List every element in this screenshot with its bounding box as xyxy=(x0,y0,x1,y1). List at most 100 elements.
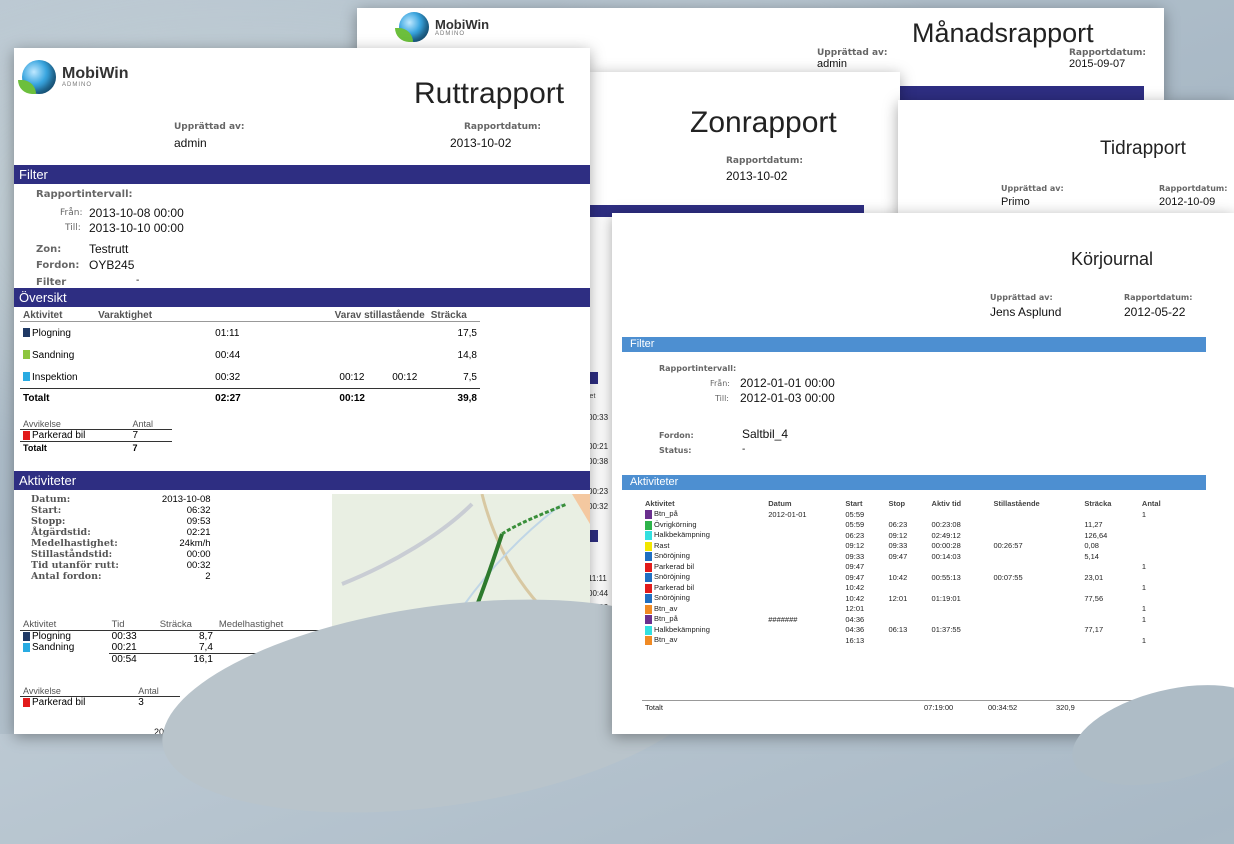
detail-label: Datum: xyxy=(31,494,71,505)
start-cell: 09:47 xyxy=(845,572,865,582)
total-row: Totalt 7 xyxy=(20,441,172,453)
count-cell xyxy=(1139,572,1182,583)
stationary-cell xyxy=(990,509,1081,520)
date-value: 2012-10-09 xyxy=(1159,196,1216,208)
start-cell: 16:13 xyxy=(845,635,865,645)
stationary-cell xyxy=(990,604,1081,615)
distance-cell: 126,64 xyxy=(1084,530,1108,540)
detail-value: 06:32 xyxy=(186,505,211,516)
filter-header: Filter xyxy=(14,165,590,184)
to-label: Till: xyxy=(715,394,730,403)
activity-cell: Halkbekämpning xyxy=(642,625,765,636)
details-table: Datum: 2013-10-08 Start: 06:32 Stopp: 09:53 Åt… xyxy=(28,494,214,582)
overview-header: Översikt xyxy=(14,288,590,307)
zone-label: Zon: xyxy=(36,244,62,255)
globe-icon xyxy=(395,12,429,42)
stationary-cell-2 xyxy=(389,322,427,345)
distance-cell: 0,08 xyxy=(1084,541,1099,551)
total-stationary: 00:12 xyxy=(279,388,390,407)
stationary-cell xyxy=(990,530,1081,541)
column-header: Aktivitet xyxy=(20,619,109,631)
color-swatch xyxy=(645,583,652,593)
color-swatch xyxy=(23,643,30,653)
vehicle-label: Fordon: xyxy=(659,431,694,440)
logo: MobiWin ADMINO xyxy=(18,60,129,94)
date-cell xyxy=(765,572,842,583)
created-value: admin xyxy=(174,136,207,150)
color-swatch xyxy=(645,604,652,614)
stationary-cell xyxy=(990,635,1081,646)
color-swatch xyxy=(645,636,652,645)
active-time-cell xyxy=(929,614,991,625)
table-header: Aktivitet Varaktighet Varav stillastående S… xyxy=(20,310,480,322)
vehicle-label: Fordon: xyxy=(36,260,80,271)
page-title: Ruttrapport xyxy=(414,77,565,110)
detail-row: Stopp: 09:53 xyxy=(28,516,214,527)
distance-cell: 7,5 xyxy=(463,371,477,383)
count-cell xyxy=(1139,530,1182,541)
from-label: Från: xyxy=(60,208,83,218)
date-value: 2013-10-02 xyxy=(450,136,512,150)
page-title: Månadsrapport xyxy=(912,18,1094,48)
filter-label: Filter xyxy=(36,277,67,288)
column-header: Sträcka xyxy=(1084,499,1112,508)
created-value: Jens Asplund xyxy=(990,305,1062,319)
stop-cell: 10:42 xyxy=(888,572,908,582)
distance-cell: 23,01 xyxy=(1084,572,1104,582)
distance-cell xyxy=(1081,604,1139,615)
stationary-cell xyxy=(990,562,1081,573)
duration-cell: 00:32 xyxy=(215,371,241,383)
activity-cell: Btn_på xyxy=(642,509,765,520)
created-label: Upprättad av: xyxy=(817,48,888,58)
side-value: 00:44 xyxy=(588,589,609,598)
table-header: Avvikelse Antal xyxy=(20,418,172,430)
distance-cell xyxy=(1081,635,1139,646)
distance-cell xyxy=(1081,614,1139,625)
created-value: Primo xyxy=(1001,196,1030,208)
date-cell xyxy=(765,541,842,552)
activity-cell: Btn_av xyxy=(642,635,765,646)
journal-report-page: Körjournal Upprättad av: Jens Asplund Ra… xyxy=(612,213,1234,734)
color-swatch xyxy=(23,372,30,382)
active-time-cell: 00:55:13 xyxy=(931,572,961,582)
detail-value: 02:21 xyxy=(186,527,211,538)
deviation-table-2: Avvikelse Antal Parkerad bil 3 xyxy=(20,685,180,708)
distance-cell: 8,7 xyxy=(198,631,213,642)
activity-cell: Övrigkörning xyxy=(642,520,765,531)
start-cell: 04:36 xyxy=(845,625,865,635)
active-time-cell: 01:37:55 xyxy=(931,625,961,635)
column-header: Antal xyxy=(135,685,180,697)
activity-cell: Inspektion xyxy=(20,366,95,389)
column-header: Avvikelse xyxy=(20,418,130,430)
table-row: Snöröjning 09:47 10:42 00:55:13 00:07:55 23,0… xyxy=(642,572,1182,583)
active-time-cell xyxy=(929,583,991,594)
date-cell xyxy=(765,520,842,531)
column-header: Sträcka xyxy=(427,310,480,322)
stationary-cell-2 xyxy=(389,344,427,366)
page-title: Tidrapport xyxy=(1100,138,1186,159)
start-cell: 06:23 xyxy=(845,530,865,540)
stationary-cell: 00:07:55 xyxy=(993,572,1023,582)
date-value: 2013-10-02 xyxy=(726,169,788,183)
column-header: Start xyxy=(845,499,863,508)
start-cell: 09:12 xyxy=(845,541,865,551)
interval-label: Rapportintervall: xyxy=(36,189,133,200)
active-time-cell: 01:19:01 xyxy=(931,593,961,603)
table-header: Aktivitet Datum Start Stop Aktiv tid Stillast… xyxy=(642,498,1182,509)
active-time-cell xyxy=(929,562,991,573)
active-time-cell: 02:49:12 xyxy=(931,530,961,540)
total-row: Totalt 07:19:00 00:34:52 320,9 6 xyxy=(642,700,1182,713)
color-swatch xyxy=(645,531,652,540)
detail-label: Stillaståndstid: xyxy=(31,549,113,560)
stop-cell xyxy=(885,635,928,646)
color-swatch xyxy=(23,350,30,360)
active-time-cell xyxy=(929,509,991,520)
color-swatch xyxy=(645,573,652,582)
column-header: Medelhastighet xyxy=(215,619,325,631)
stationary-cell xyxy=(990,625,1081,636)
table-row: Rast 09:12 09:33 00:00:28 00:26:57 0,08 xyxy=(642,541,1182,552)
detail-row: Datum: 2013-10-08 xyxy=(28,494,214,505)
to-value: 2012-01-03 00:00 xyxy=(740,391,835,405)
date-label: Rapportdatum: xyxy=(726,156,804,166)
color-swatch xyxy=(645,625,652,635)
